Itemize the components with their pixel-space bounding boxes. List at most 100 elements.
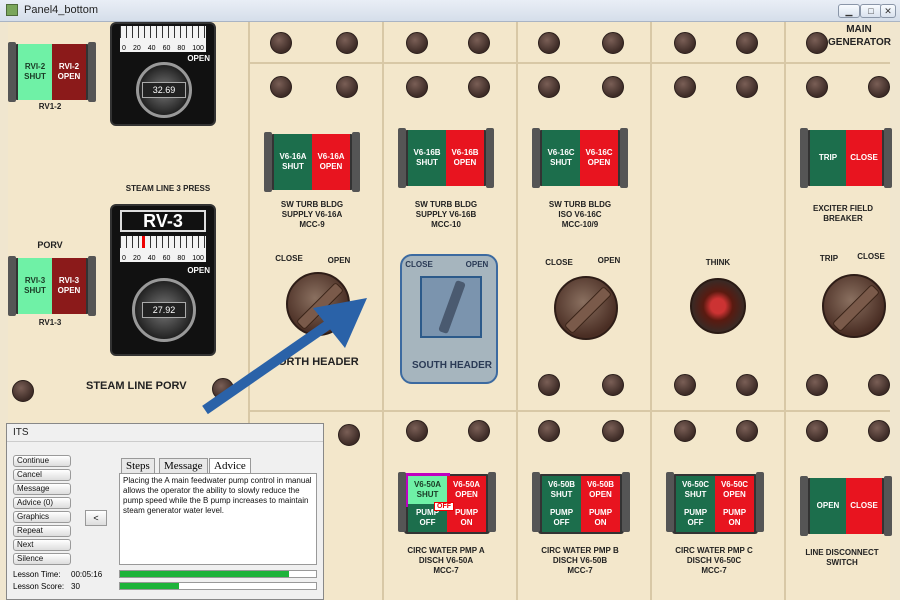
tab-advice[interactable]: Advice: [209, 458, 251, 473]
tab-steps[interactable]: Steps: [121, 458, 155, 473]
rv3-gauge-scale: 0 20 40 60 80 100: [120, 236, 206, 262]
indicator-knob: [602, 420, 624, 442]
rv3-gauge-title: RV-3: [120, 210, 206, 232]
indicator-knob: [868, 420, 890, 442]
v6-16c-open-button[interactable]: V6-16C OPEN: [580, 130, 618, 186]
arrow-shaft: [202, 315, 338, 415]
panel-divider: [784, 22, 786, 600]
lesson-score-progress: [119, 582, 317, 590]
indicator-knob: [736, 32, 758, 54]
line-disconnect-close-button[interactable]: CLOSE: [846, 478, 882, 534]
line-disconnect-switch[interactable]: OPEN CLOSE: [800, 476, 892, 536]
indicator-knob: [538, 374, 560, 396]
indicator-knob: [270, 76, 292, 98]
valve-control-knob[interactable]: [554, 276, 618, 340]
pump-c-on-button[interactable]: PUMP ON: [715, 504, 754, 532]
top-gauge-scale: 0 20 40 60 80 100: [120, 26, 206, 52]
v6-50c-shut-button[interactable]: V6-50C SHUT: [676, 476, 715, 504]
arrow-head: [313, 298, 367, 348]
maximize-button[interactable]: □: [860, 4, 882, 18]
app-icon: [6, 4, 18, 16]
exciter-close-button[interactable]: CLOSE: [846, 130, 882, 186]
title-bar: Panel4_bottom ▁ □ ✕: [0, 0, 900, 22]
indicator-knob: [406, 420, 428, 442]
indicator-knob: [736, 420, 758, 442]
v6-50a-open-button[interactable]: V6-50A OPEN: [447, 476, 486, 504]
rvi2-shut-button[interactable]: RVI-2 SHUT: [18, 44, 52, 100]
rvi2-switch[interactable]: RVI-2 SHUT RVI-2 OPEN: [8, 42, 96, 102]
v6-16b-switch[interactable]: V6-16B SHUT V6-16B OPEN: [398, 128, 494, 188]
main-generator-label: MAIN GENERATOR: [828, 24, 891, 48]
indicator-knob: [538, 76, 560, 98]
scale-numbers: 0 20 40 60 80 100: [122, 255, 204, 262]
v6-16c-switch[interactable]: V6-16C SHUT V6-16C OPEN: [532, 128, 628, 188]
back-button[interactable]: <: [85, 510, 107, 526]
line-disconnect-open-button[interactable]: OPEN: [810, 478, 846, 534]
indicator-knob: [338, 424, 360, 446]
exciter-trip-button[interactable]: TRIP: [810, 130, 846, 186]
top-gauge-open-label: OPEN: [187, 54, 210, 63]
rvi3-shut-button[interactable]: RVI-3 SHUT: [18, 258, 52, 314]
panel-divider: [382, 22, 384, 600]
close-button[interactable]: ✕: [880, 4, 896, 18]
indicator-knob: [674, 420, 696, 442]
v6-16b-shut-button[interactable]: V6-16B SHUT: [408, 130, 446, 186]
advice-button[interactable]: Advice (0): [13, 497, 71, 509]
south-header-knob[interactable]: [420, 276, 482, 338]
rv3-gauge-open-label: OPEN: [187, 266, 210, 275]
continue-button[interactable]: Continue: [13, 455, 71, 467]
v6-16a-switch[interactable]: V6-16A SHUT V6-16A OPEN: [264, 132, 360, 192]
cancel-button[interactable]: Cancel: [13, 469, 71, 481]
knob-handle: [438, 279, 466, 335]
indicator-knob: [602, 76, 624, 98]
indicator-knob: [538, 32, 560, 54]
indicator-knob: [736, 76, 758, 98]
advice-text: Placing the A main feedwater pump contro…: [119, 473, 317, 565]
v6-50a-shut-button[interactable]: V6-50A SHUT: [405, 473, 450, 507]
lesson-score-value: 30: [71, 582, 80, 591]
panel-divider: [650, 22, 652, 600]
v6-16a-shut-button[interactable]: V6-16A SHUT: [274, 134, 312, 190]
think-indicator-light[interactable]: [690, 278, 746, 334]
exciter-breaker-knob[interactable]: [822, 274, 886, 338]
v6-16b-open-button[interactable]: V6-16B OPEN: [446, 130, 484, 186]
scale-ticks: [120, 236, 206, 248]
v6-16c-label: SW TURB BLDG ISO V6-16C MCC-10/9: [548, 200, 612, 229]
south-header-label: SOUTH HEADER: [412, 360, 493, 371]
minimize-button[interactable]: ▁: [838, 4, 860, 18]
v6-50b-open-button[interactable]: V6-50B OPEN: [581, 476, 620, 504]
rvi3-switch[interactable]: RVI-3 SHUT RVI-3 OPEN: [8, 256, 96, 316]
silence-button[interactable]: Silence: [13, 553, 71, 565]
exciter-field-label: EXCITER FIELD BREAKER: [812, 204, 873, 223]
north-close-label: CLOSE: [275, 254, 303, 263]
panel-divider: [516, 22, 518, 600]
graphics-button[interactable]: Graphics: [13, 511, 71, 523]
south-header-highlight[interactable]: CLOSE OPEN SOUTH HEADER: [400, 254, 498, 384]
progress-fill: [120, 583, 179, 589]
pump-b-on-button[interactable]: PUMP ON: [581, 504, 620, 532]
v6-50b-switch[interactable]: V6-50B SHUT V6-50B OPEN PUMP OFF PUMP ON: [532, 472, 630, 534]
rv3-gauge-needle: [142, 236, 145, 248]
rvi2-open-button[interactable]: RVI-2 OPEN: [52, 44, 86, 100]
message-button[interactable]: Message: [13, 483, 71, 495]
north-open-label: OPEN: [327, 256, 351, 265]
v6-16a-open-button[interactable]: V6-16A OPEN: [312, 134, 350, 190]
tab-message[interactable]: Message: [159, 458, 208, 473]
rvi2-label: RV1-2: [38, 102, 62, 111]
repeat-button[interactable]: Repeat: [13, 525, 71, 537]
v6-50b-shut-button[interactable]: V6-50B SHUT: [542, 476, 581, 504]
pump-b-label: CIRC WATER PMP B DISCH V6-50B MCC-7: [541, 546, 619, 575]
v6-50c-open-button[interactable]: V6-50C OPEN: [715, 476, 754, 504]
indicator-knob: [674, 76, 696, 98]
scale-numbers: 0 20 40 60 80 100: [122, 45, 204, 52]
indicator-knob: [736, 374, 758, 396]
exciter-field-switch[interactable]: TRIP CLOSE: [800, 128, 892, 188]
pump-b-off-button[interactable]: PUMP OFF: [542, 504, 581, 532]
v6-50c-switch[interactable]: V6-50C SHUT V6-50C OPEN PUMP OFF PUMP ON: [666, 472, 764, 534]
knob-handle: [563, 285, 613, 335]
indicator-knob: [538, 420, 560, 442]
pump-c-off-button[interactable]: PUMP OFF: [676, 504, 715, 532]
next-button[interactable]: Next: [13, 539, 71, 551]
rvi3-open-button[interactable]: RVI-3 OPEN: [52, 258, 86, 314]
v6-16c-shut-button[interactable]: V6-16C SHUT: [542, 130, 580, 186]
